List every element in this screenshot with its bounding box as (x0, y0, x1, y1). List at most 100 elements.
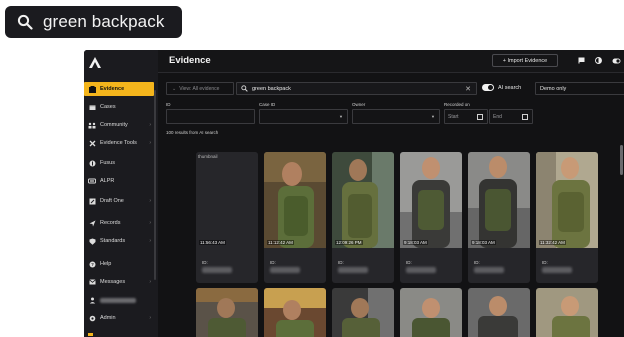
sidebar-item-label: Help (100, 261, 112, 267)
evidence-icon (88, 85, 96, 93)
chevron-right-icon: › (149, 198, 151, 204)
owner-filter-label: Owner (352, 102, 366, 107)
card-id-label: ID: (270, 260, 276, 265)
search-value: green backpack (252, 85, 291, 92)
sidebar-item-standards[interactable]: Standards › (84, 234, 154, 248)
evidence-thumbnail[interactable] (400, 288, 462, 337)
sidebar-item-label: Standards (100, 238, 126, 244)
sidebar-item-cases[interactable]: Cases (84, 100, 154, 114)
standards-icon (88, 237, 96, 245)
calendar-icon (477, 113, 483, 120)
records-icon (88, 219, 96, 227)
sidebar-item-messages[interactable]: Messages › (84, 275, 154, 289)
sidebar-item-label: Records (100, 220, 121, 226)
sidebar-item-label: Cases (100, 104, 116, 110)
view-filter-label: View: All evidence (179, 85, 220, 92)
sidebar-item-records[interactable]: Records › (84, 216, 154, 230)
card-id-label: ID: (542, 260, 548, 265)
card-id-redacted (474, 267, 504, 273)
messages-icon (88, 278, 96, 286)
evidence-thumbnail[interactable] (536, 288, 598, 337)
start-date-input[interactable]: Start (444, 109, 488, 124)
cases-icon (88, 103, 96, 111)
flag-icon[interactable] (577, 56, 586, 65)
import-evidence-button[interactable]: + Import Evidence (492, 54, 558, 67)
start-placeholder: Start (448, 113, 459, 120)
demo-filter-select[interactable]: Demo only (535, 82, 624, 95)
evidence-card[interactable]: 12:09:26 PM ID: (332, 152, 394, 283)
card-timestamp: 11:32:42 AM (539, 240, 566, 245)
card-id-redacted (270, 267, 300, 273)
user-icon (88, 296, 96, 304)
ai-search-label: AI search (498, 84, 522, 91)
view-filter-select[interactable]: ⌄ View: All evidence (166, 82, 234, 95)
results-scrollbar[interactable] (620, 145, 623, 175)
evidence-card[interactable]: 9:18:03 AM ID: (468, 152, 530, 283)
card-id-redacted (542, 267, 572, 273)
evidence-thumbnail[interactable] (468, 288, 530, 337)
card-timestamp: 11:56:43 AM (199, 240, 226, 245)
evidence-thumbnail[interactable] (264, 288, 326, 337)
clear-icon[interactable]: ✕ (465, 85, 471, 93)
alpr-icon (88, 177, 96, 185)
evidence-thumbnail[interactable] (332, 288, 394, 337)
evidence-card[interactable]: 9:18:03 AM ID: (400, 152, 462, 283)
sidebar-item-community[interactable]: Community › (84, 118, 154, 132)
card-id-redacted (202, 267, 232, 273)
search-callout: green backpack (5, 6, 182, 38)
thumbnail-image (468, 152, 530, 248)
end-date-input[interactable]: End (489, 109, 533, 124)
community-icon (88, 121, 96, 129)
id-filter-input[interactable] (166, 109, 255, 124)
sidebar-item-admin[interactable]: Admin › (84, 311, 154, 325)
thumbnail-image (536, 152, 598, 248)
toggle-icon[interactable] (612, 56, 621, 65)
end-placeholder: End (493, 113, 502, 120)
sidebar-scrollbar[interactable] (154, 90, 156, 280)
svg-text:?: ? (91, 262, 94, 267)
sidebar-item-help[interactable]: ? Help (84, 257, 154, 271)
sidebar-item-evidence-tools[interactable]: Evidence Tools › (84, 136, 154, 150)
sidebar-item-label: Evidence (100, 86, 125, 92)
card-timestamp: 11:12:42 AM (267, 240, 294, 245)
evidence-card[interactable]: thumbnail 11:56:43 AM ID: (196, 152, 258, 283)
toggle-switch[interactable] (482, 84, 494, 91)
card-id-label: ID: (338, 260, 344, 265)
evidence-card[interactable]: 11:12:42 AM ID: (264, 152, 326, 283)
sidebar-item-evidence[interactable]: Evidence (84, 82, 154, 96)
sidebar-item-label: ALPR (100, 178, 115, 184)
evidence-search-input[interactable]: green backpack ✕ (236, 82, 477, 95)
user-name-redacted (100, 297, 136, 303)
card-timestamp: 9:18:03 AM (403, 240, 428, 245)
chevron-right-icon: › (149, 140, 151, 146)
ai-search-toggle[interactable]: AI search (482, 84, 521, 91)
sidebar-item-draft-one[interactable]: Draft One › (84, 194, 154, 208)
callout-query: green backpack (43, 12, 165, 31)
sidebar-item-label: Draft One (100, 198, 124, 204)
sidebar-item-fusus[interactable]: Fusus (84, 156, 154, 170)
sidebar-item-user[interactable] (84, 293, 154, 307)
chevron-right-icon: › (149, 279, 151, 285)
theme-icon[interactable] (594, 56, 603, 65)
evidence-card[interactable]: 11:32:42 AM ID: (536, 152, 598, 283)
chevron-right-icon: › (149, 122, 151, 128)
card-timestamp: 12:09:26 PM (335, 240, 363, 245)
chevron-right-icon: › (149, 238, 151, 244)
id-filter-label: ID (166, 102, 171, 107)
case-id-filter-select[interactable]: ▼ (259, 109, 348, 124)
fusus-icon (88, 159, 96, 167)
card-id-label: ID: (202, 260, 208, 265)
search-icon (241, 85, 248, 92)
sidebar-accent-mark (88, 333, 93, 336)
sidebar: Evidence Cases Community › Evidence Tool… (84, 50, 158, 337)
broken-thumbnail-text: thumbnail (198, 154, 218, 159)
sidebar-item-alpr[interactable]: ALPR (84, 174, 154, 188)
search-icon (17, 14, 33, 30)
top-bar: Evidence + Import Evidence (158, 50, 624, 73)
owner-filter-select[interactable]: ▼ (352, 109, 440, 124)
card-id-redacted (338, 267, 368, 273)
evidence-thumbnail[interactable] (196, 288, 258, 337)
thumbnail-image: thumbnail (196, 152, 258, 248)
results-count: 100 results from AI search (166, 130, 219, 135)
chevron-down-icon: ▼ (339, 114, 343, 119)
